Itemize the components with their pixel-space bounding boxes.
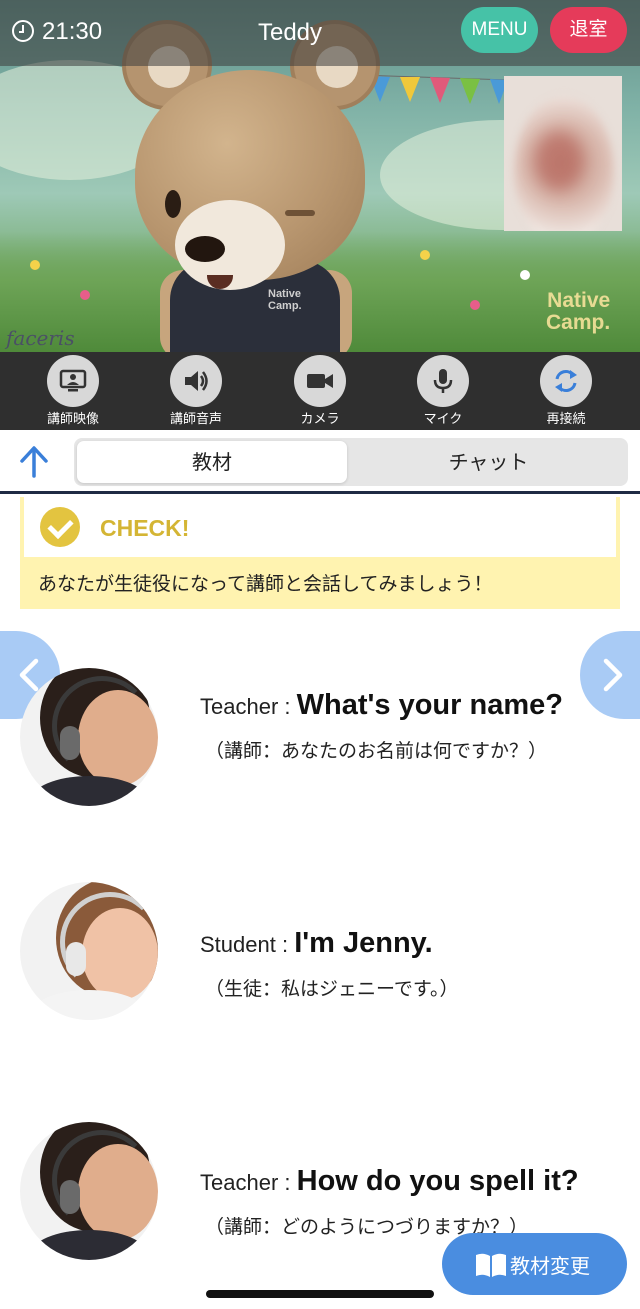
flower	[470, 300, 480, 310]
speaker-label: Teacher	[200, 694, 279, 719]
japanese-translation: （講師：あなたのお名前は何ですか？）	[205, 740, 548, 762]
teacher-video-label: 講師映像	[46, 412, 99, 427]
exit-room-button[interactable]: 退室	[550, 7, 627, 53]
speaker-separator: :	[278, 694, 297, 719]
english-sentence: How do you spell it?	[296, 1165, 579, 1197]
english-sentence: I'm Jenny.	[294, 927, 433, 959]
check-instruction: あなたが生徒役になって講師と会話してみましょう！	[38, 573, 493, 595]
dialogue-line-2: Student : I'm Jenny.	[200, 927, 433, 960]
teacher-audio-label: 講師音声	[169, 412, 222, 427]
self-camera-preview[interactable]	[504, 76, 622, 231]
camera-toggle[interactable]: カメラ	[270, 352, 370, 430]
nativecamp-watermark: Native Camp.	[546, 290, 610, 334]
flower	[520, 270, 530, 280]
reconnect-icon	[540, 355, 592, 407]
speaker-separator: :	[275, 932, 295, 957]
student-avatar	[20, 882, 158, 1020]
change-material-label: 教材変更	[510, 1256, 590, 1278]
home-indicator[interactable]	[206, 1290, 434, 1298]
bear-shirt-logo-line-2: Camp.	[268, 300, 302, 312]
next-page-button[interactable]	[580, 631, 640, 719]
bear-left-eye	[165, 190, 181, 218]
watermark-line-2: Camp.	[546, 311, 611, 334]
bear-nose	[185, 236, 225, 262]
tab-material[interactable]: 教材	[77, 441, 347, 483]
check-circle-icon	[40, 507, 80, 547]
open-book-icon	[476, 1253, 506, 1277]
teddy-bear-avatar: Native Camp.	[120, 20, 380, 352]
camera-label: カメラ	[300, 412, 340, 427]
flower	[30, 260, 40, 270]
teacher-audio-toggle[interactable]: 講師音声	[146, 352, 246, 430]
check-box: CHECK! あなたが生徒役になって講師と会話してみましょう！	[20, 497, 620, 609]
bear-shirt-logo: Native Camp.	[268, 288, 302, 312]
teacher-avatar	[20, 1122, 158, 1260]
teacher-video: Native Camp. faceris Native Camp. 21:30 …	[0, 0, 640, 352]
speaker-label: Student	[200, 932, 276, 957]
bear-head	[135, 70, 365, 290]
japanese-translation: （生徒：私はジェニーです。）	[205, 978, 459, 1000]
arrow-up-icon[interactable]	[14, 442, 54, 482]
microphone-icon	[417, 355, 469, 407]
english-sentence: What's your name?	[296, 689, 563, 721]
reconnect-button[interactable]: 再接続	[516, 352, 616, 430]
microphone-label: マイク	[423, 412, 463, 427]
teacher-video-icon	[47, 355, 99, 407]
camera-icon	[294, 355, 346, 407]
content-tabs-bar: 教材 チャット	[0, 430, 640, 494]
lesson-header-bar: 21:30 Teddy MENU 退室	[0, 0, 640, 66]
reconnect-label: 再接続	[546, 412, 586, 427]
headset-earpad	[66, 942, 86, 976]
microphone-toggle[interactable]: マイク	[393, 352, 493, 430]
check-header: CHECK!	[24, 497, 616, 557]
bear-right-eye	[285, 210, 315, 216]
bear-shirt-logo-line-1: Native	[268, 288, 302, 300]
self-camera-blurred-detail	[534, 131, 584, 191]
dialogue-line-1: Teacher : What's your name?	[200, 689, 563, 722]
faceris-watermark: faceris	[6, 326, 75, 350]
tab-chat[interactable]: チャット	[352, 441, 625, 483]
speaker-separator: :	[278, 1170, 297, 1195]
chevron-right-icon	[603, 658, 623, 692]
speaker-label: Teacher	[200, 1170, 279, 1195]
dialogue-line-3: Teacher : How do you spell it?	[200, 1165, 579, 1198]
change-material-button[interactable]: 教材変更	[442, 1233, 627, 1295]
speaker-icon	[170, 355, 222, 407]
headset-earpad	[60, 1180, 80, 1214]
check-title: CHECK!	[100, 515, 190, 541]
flower	[420, 250, 430, 260]
flower	[80, 290, 90, 300]
menu-button[interactable]: MENU	[461, 7, 538, 53]
teacher-avatar	[20, 668, 158, 806]
call-controls: 講師映像 講師音声 カメラ マイク 再接続	[0, 352, 640, 430]
segmented-control: 教材 チャット	[74, 438, 628, 486]
teacher-video-toggle[interactable]: 講師映像	[23, 352, 123, 430]
watermark-line-1: Native	[547, 289, 611, 312]
headset-earpad	[60, 726, 80, 760]
